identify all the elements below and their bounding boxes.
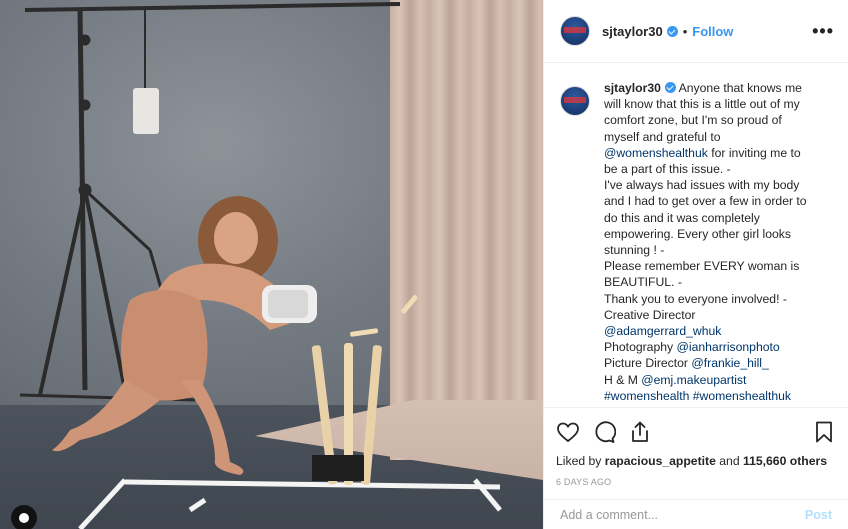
caption-text-segment: I've always had issues with my body [604,178,800,193]
caption-text-segment: Please remember EVERY woman is [604,259,800,274]
caption-line: myself and grateful to [604,129,832,145]
post-timestamp[interactable]: 6 DAYS AGO [556,477,836,487]
caption-line: Thank you to everyone involved! - [604,291,832,307]
caption-text-segment: myself and grateful to [604,129,721,144]
caption-text: sjtaylor30 Anyone that knows me will kno… [604,80,832,404]
caption-text-segment: do this and it was completely [604,210,760,225]
photo-scene [19,2,502,529]
caption: sjtaylor30 Anyone that knows me will kno… [560,80,832,404]
post-header: sjtaylor30 • Follow ••• [544,0,848,63]
caption-text-segment: comfort zone, but I'm so proud of [604,113,782,128]
crease-lines [78,478,502,529]
caption-text-segment: Creative Director [604,307,696,322]
verified-badge-icon [664,82,676,93]
caption-text-segment: will know that this is a little out of m… [604,97,800,112]
caption-line: empowering. Every other girl looks [604,226,832,242]
caption-text-segment: be a part of this issue. - [604,162,731,177]
comment-icon[interactable] [592,420,616,444]
caption-line: do this and it was completely [604,210,832,226]
mention-link[interactable]: @frankie_hill_ [691,356,768,370]
caption-line: be a part of this issue. - [604,161,832,177]
caption-text-segment: Photography [604,340,677,355]
mention-link[interactable]: @adamgerrard_whuk [604,324,721,338]
mention-link[interactable]: @emj.makeupartist [641,373,746,387]
liked-by-user[interactable]: rapacious_appetite [605,454,716,468]
more-options-icon[interactable]: ••• [812,22,834,40]
caption-line: Photography @ianharrisonphoto [604,339,832,355]
caption-line: BEAUTIFUL. - [604,274,832,290]
caption-line: comfort zone, but I'm so proud of [604,112,832,128]
post-photo[interactable] [0,0,543,529]
caption-line: stunning ! - [604,242,832,258]
caption-line: will know that this is a little out of m… [604,96,832,112]
user-tag-badge[interactable] [11,505,37,529]
mention-link[interactable]: @womenshealthuk [604,146,708,160]
caption-line: Creative Director [604,307,832,323]
caption-text-segment: stunning ! - [604,243,665,258]
liked-by-prefix: Liked by [556,454,605,468]
caption-line: H & M @emj.makeupartist [604,372,832,388]
caption-line: Picture Director @frankie_hill_ [604,355,832,371]
hashtag-link[interactable]: #womenshealthuk [693,389,791,403]
follow-button[interactable]: Follow [692,24,733,39]
hashtag-link[interactable]: #womenshealth [604,389,689,403]
action-bar: Liked by rapacious_appetite and 115,660 … [544,407,848,487]
mention-link[interactable]: @ianharrisonphoto [677,340,780,354]
caption-text-segment: BEAUTIFUL. - [604,275,682,290]
caption-line: #womenshealth #womenshealthuk [604,388,832,404]
cricket-stumps [311,295,418,485]
caption-text-segment: Picture Director [604,356,692,371]
caption-line: @womenshealthuk for inviting me to [604,145,832,161]
caption-line: I've always had issues with my body [604,177,832,193]
likes-count[interactable]: 115,660 others [743,454,827,468]
light-stand [19,2,401,402]
liked-by-mid: and [715,454,743,468]
verified-badge-icon [666,25,678,37]
caption-line: and I had to get over a few in order to [604,193,832,209]
likes-summary: Liked by rapacious_appetite and 115,660 … [556,454,836,468]
caption-text-segment: H & M [604,372,642,387]
caption-text-segment: Thank you to everyone involved! - [604,291,787,306]
user-tag-icon [19,513,29,523]
comment-box: Post [544,499,848,529]
caption-text-segment: empowering. Every other girl looks [604,226,791,241]
share-icon[interactable] [628,420,652,444]
caption-text-segment: for inviting me to [707,145,801,160]
post-comment-button[interactable]: Post [805,508,832,522]
caption-avatar[interactable] [560,86,590,116]
header-username[interactable]: sjtaylor30 [602,24,663,39]
caption-line: Anyone that knows me [678,81,802,95]
heart-icon[interactable] [556,420,580,444]
caption-username[interactable]: sjtaylor30 [604,81,661,95]
separator-dot: • [682,23,688,39]
post-sidebar: sjtaylor30 • Follow ••• sjtaylor30 Anyon… [543,0,848,529]
hanging-lamp [133,88,159,134]
comment-input[interactable] [560,507,805,522]
caption-line: Please remember EVERY woman is [604,258,832,274]
caption-line: @adamgerrard_whuk [604,323,832,339]
caption-text-segment: and I had to get over a few in order to [604,194,807,209]
player-figure [52,196,317,475]
comments-scroll-area[interactable]: sjtaylor30 Anyone that knows me will kno… [544,64,848,407]
bookmark-icon[interactable] [812,420,836,444]
avatar[interactable] [560,16,590,46]
